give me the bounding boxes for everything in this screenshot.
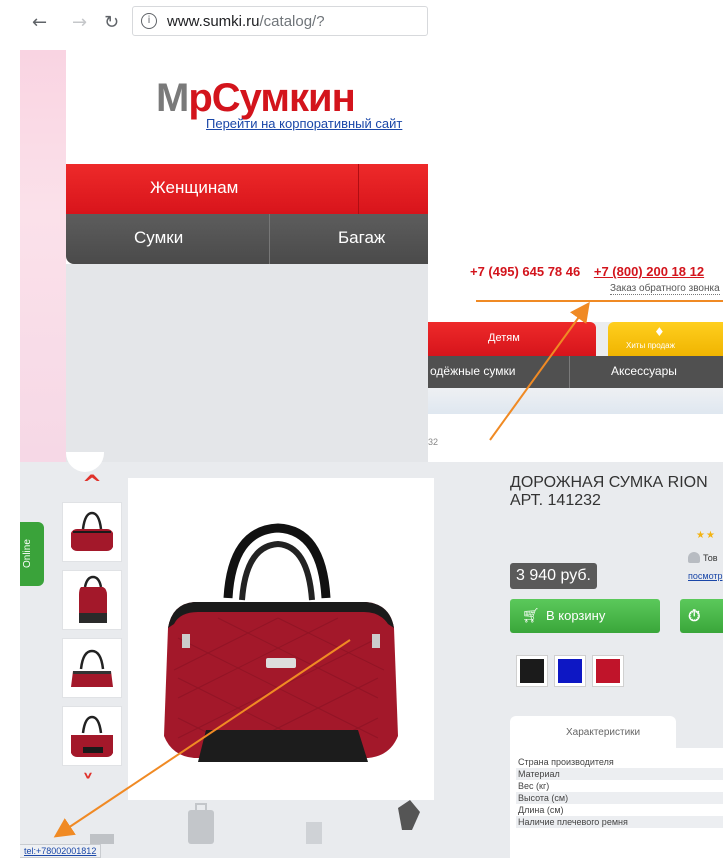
product-title: ДОРОЖНАЯ СУМКА RION АРТ. 141232 (510, 474, 708, 509)
browser-toolbar: ← → ↻ i www.sumki.ru/catalog/? (20, 0, 428, 50)
color-swatch-black[interactable] (516, 655, 548, 687)
status-bar-link: tel:+78002001812 (20, 844, 102, 858)
phone-moscow[interactable]: +7 (495) 645 78 46 (470, 264, 580, 279)
menu-item-women[interactable]: Женщинам (150, 178, 238, 198)
thumbnail[interactable] (62, 502, 122, 562)
page-gap (428, 414, 723, 462)
annotation-underline (476, 300, 723, 302)
add-to-cart-button[interactable]: 🛒︎ В корзину (510, 599, 660, 633)
heart-icon (688, 552, 700, 563)
spec-table: Страна производителя Материал Вес (кг) В… (510, 748, 723, 858)
main-menu: Женщинам (66, 164, 428, 214)
info-icon[interactable]: i (141, 13, 157, 29)
forward-arrow-icon[interactable]: → (72, 12, 87, 33)
menu-divider (358, 164, 359, 214)
menu-divider (269, 214, 270, 264)
tab-characteristics[interactable]: Характеристики (510, 716, 676, 748)
online-chat-tab[interactable]: Online (20, 522, 44, 586)
phone-free[interactable]: +7 (800) 200 18 12 (594, 264, 704, 279)
product-price: 3 940 руб. (510, 563, 597, 589)
online-chat-label: Online (22, 539, 33, 568)
add-to-favorites[interactable]: Тов (688, 552, 718, 563)
color-swatch-blue[interactable] (554, 655, 586, 687)
spec-row: Материал (516, 768, 723, 780)
quick-order-button[interactable]: ⏱︎ (680, 599, 723, 633)
submenu-item-bags[interactable]: Сумки (134, 228, 183, 248)
product-main-image[interactable] (128, 478, 434, 800)
spec-row: Длина (см) (518, 805, 564, 815)
travel-bag-icon (164, 523, 398, 762)
callback-link[interactable]: Заказ обратного звонка (610, 283, 720, 295)
chevron-down-icon[interactable]: ˅ (82, 770, 94, 798)
favorites-label: Тов (703, 553, 718, 563)
chevron-up-icon[interactable]: ^ (82, 470, 102, 498)
phone-numbers: +7 (495) 645 78 46 +7 (800) 200 18 12 (470, 264, 704, 279)
reload-icon[interactable]: ↻ (104, 12, 119, 33)
thumbnail[interactable] (62, 570, 122, 630)
watched-link[interactable]: посмотр (688, 571, 723, 581)
sub-menu: Сумки Багаж (66, 214, 428, 264)
spec-row: Высота (см) (516, 792, 723, 804)
swatch-fill (520, 659, 544, 683)
menu-item-kids[interactable]: Детям (428, 322, 596, 356)
article-fragment: 32 (428, 437, 439, 447)
stopwatch-icon: ⏱︎ (688, 606, 701, 625)
spec-row: Наличие плечевого ремня (516, 816, 723, 828)
address-bar[interactable]: i www.sumki.ru/catalog/? (132, 6, 428, 36)
bag-open-thumbnail-icon (71, 649, 113, 687)
corporate-site-link[interactable]: Перейти на корпоративный сайт (206, 116, 402, 131)
swatch-fill (596, 659, 620, 683)
bag-thumbnail-icon (71, 511, 113, 551)
back-arrow-icon[interactable]: ← (32, 12, 47, 33)
menu-divider (569, 356, 570, 388)
bag-side-thumbnail-icon (79, 575, 107, 623)
submenu-item-accessories[interactable]: Аксессуары (611, 364, 677, 378)
page-background (66, 264, 428, 462)
product-tabs: Характеристики (510, 716, 723, 748)
submenu-item-youth-bags[interactable]: одёжные сумки (430, 364, 515, 378)
spec-row: Вес (кг) (518, 781, 550, 791)
submenu-item-luggage[interactable]: Багаж (338, 228, 385, 248)
swatch-fill (558, 659, 582, 683)
bag-front-thumbnail-icon (71, 715, 113, 757)
diamond-icon: ♦ (654, 325, 665, 339)
site-logo[interactable]: МрСумкин (156, 76, 356, 121)
bottom-feature-icons (90, 800, 420, 844)
color-swatch-red[interactable] (592, 655, 624, 687)
page-background-left (20, 50, 66, 462)
menu-item-hits[interactable]: ♦ Хиты продаж (608, 322, 723, 356)
cart-icon: 🛒︎ (522, 608, 540, 624)
menu-item-kids-label: Детям (488, 332, 520, 344)
menu-item-hits-label: Хиты продаж (626, 341, 675, 350)
site-header: МрСумкин Перейти на корпоративный сайт (66, 50, 428, 164)
url-text[interactable]: www.sumki.ru/catalog/? (167, 13, 325, 30)
spec-row: Страна производителя (518, 757, 614, 767)
header-gradient (428, 388, 723, 414)
thumbnail[interactable] (62, 638, 122, 698)
tab-characteristics-label: Характеристики (566, 727, 641, 738)
right-submenu: одёжные сумки Аксессуары (428, 356, 723, 388)
rating-stars[interactable]: ★★ (696, 530, 716, 541)
add-to-cart-label: В корзину (546, 608, 606, 623)
thumbnail[interactable] (62, 706, 122, 766)
